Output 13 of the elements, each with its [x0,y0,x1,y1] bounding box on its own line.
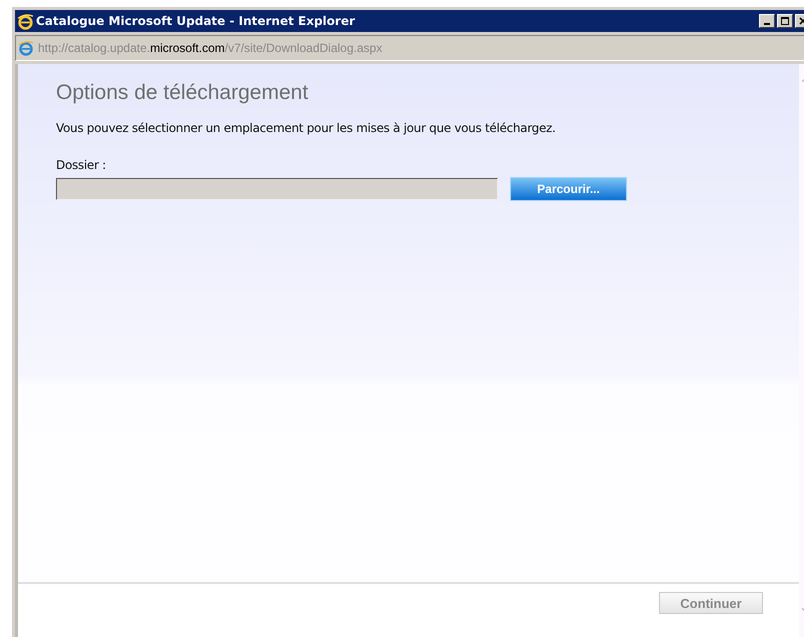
address-bar[interactable]: http://catalog.update.microsoft.com/v7/site/DownloadDialog.aspx [15,35,804,61]
maximize-icon [780,16,790,26]
window-title: Catalogue Microsoft Update - Internet Explorer [36,14,356,28]
description-text: Vous pouvez sélectionner un emplacement pour les mises à jour que vous téléchargez. [56,121,557,135]
browser-logo-icon [18,40,34,56]
minimize-icon [764,23,770,25]
minimize-button[interactable] [759,14,775,28]
dialog-heading: Options de téléchargement [56,81,310,105]
browser-logo-icon [17,12,34,30]
folder-label: Dossier : [56,158,107,172]
browse-button[interactable]: Parcourir... [510,177,627,201]
url-text: http://catalog.update.microsoft.com/v7/site/DownloadDialog.aspx [38,41,382,55]
maximize-button[interactable] [777,14,793,28]
